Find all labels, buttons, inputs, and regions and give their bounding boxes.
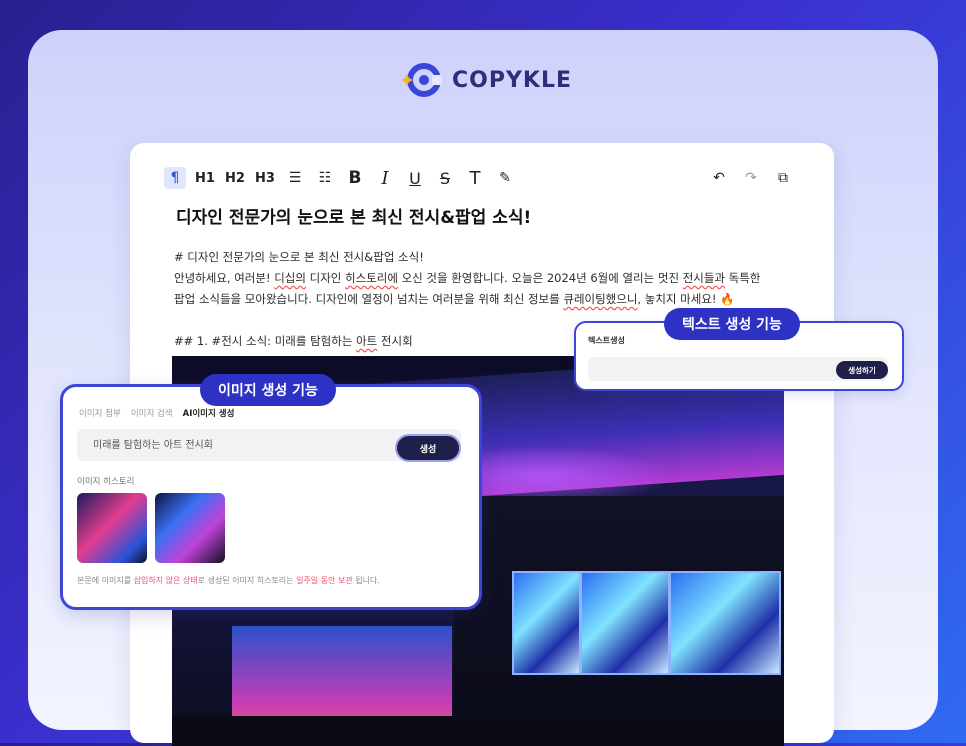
document-title[interactable]: 디자인 전문가의 눈으로 본 최신 전시&팝업 소식! bbox=[176, 203, 531, 228]
generate-image-button[interactable]: 생성 bbox=[395, 434, 461, 462]
body-line: 안녕하세요, 여러분! 디십의 디자인 히스토리에 오신 것을 환영합니다. 오… bbox=[174, 271, 761, 285]
bullet-list-icon[interactable]: ☰ bbox=[284, 167, 306, 189]
underline-icon[interactable]: U bbox=[404, 167, 426, 189]
history-label: 이미지 히스토리 bbox=[77, 477, 135, 487]
image-prompt-input[interactable] bbox=[91, 437, 395, 450]
text-icon[interactable]: T bbox=[464, 167, 486, 189]
copykle-logo-icon bbox=[401, 60, 444, 100]
history-toolbar: ↶ ↷ ⧉ bbox=[708, 167, 794, 189]
italic-icon[interactable]: I bbox=[374, 167, 396, 189]
heading2-icon[interactable]: H2 bbox=[224, 167, 246, 189]
image-generation-badge: 이미지 생성 기능 bbox=[200, 374, 336, 406]
copy-icon[interactable]: ⧉ bbox=[772, 167, 794, 189]
clear-format-icon[interactable]: ✎ bbox=[494, 167, 516, 189]
body-line: # 디자인 전문가의 눈으로 본 최신 전시&팝업 소식! bbox=[174, 250, 424, 264]
tab-image-search[interactable]: 이미지 검색 bbox=[131, 407, 173, 419]
history-note: 본문에 이미지를 삽입하지 않은 상태로 생성된 이미지 히스토리는 일주일 동… bbox=[77, 576, 380, 585]
history-thumbnail[interactable] bbox=[77, 493, 147, 563]
text-generation-label: 텍스트생성 bbox=[588, 336, 625, 345]
redo-icon[interactable]: ↷ bbox=[740, 167, 762, 189]
brand: COPYKLE bbox=[401, 60, 572, 100]
generate-text-button[interactable]: 생성하기 bbox=[836, 361, 888, 379]
heading1-icon[interactable]: H1 bbox=[194, 167, 216, 189]
heading3-icon[interactable]: H3 bbox=[254, 167, 276, 189]
bold-icon[interactable]: B bbox=[344, 167, 366, 189]
history-thumbnail[interactable] bbox=[155, 493, 225, 563]
paragraph-icon[interactable]: ¶ bbox=[164, 167, 186, 189]
body-line: 팝업 소식들을 모아왔습니다. 디자인에 열정이 넘치는 여러분을 위해 최신 … bbox=[174, 292, 735, 306]
ordered-list-icon[interactable]: ☷ bbox=[314, 167, 336, 189]
text-generation-badge: 텍스트 생성 기능 bbox=[664, 308, 800, 340]
brand-name: COPYKLE bbox=[452, 67, 572, 93]
image-generation-card: 이미지 첨부 이미지 검색 AI이미지 생성 생성 이미지 히스토리 본문에 이… bbox=[60, 384, 482, 610]
tab-image-attach[interactable]: 이미지 첨부 bbox=[79, 407, 121, 419]
strikethrough-icon[interactable]: S bbox=[434, 167, 456, 189]
image-tabs: 이미지 첨부 이미지 검색 AI이미지 생성 bbox=[79, 407, 234, 419]
undo-icon[interactable]: ↶ bbox=[708, 167, 730, 189]
format-toolbar: ¶ H1 H2 H3 ☰ ☷ B I U S T ✎ bbox=[164, 167, 516, 189]
tab-ai-image[interactable]: AI이미지 생성 bbox=[183, 407, 235, 419]
